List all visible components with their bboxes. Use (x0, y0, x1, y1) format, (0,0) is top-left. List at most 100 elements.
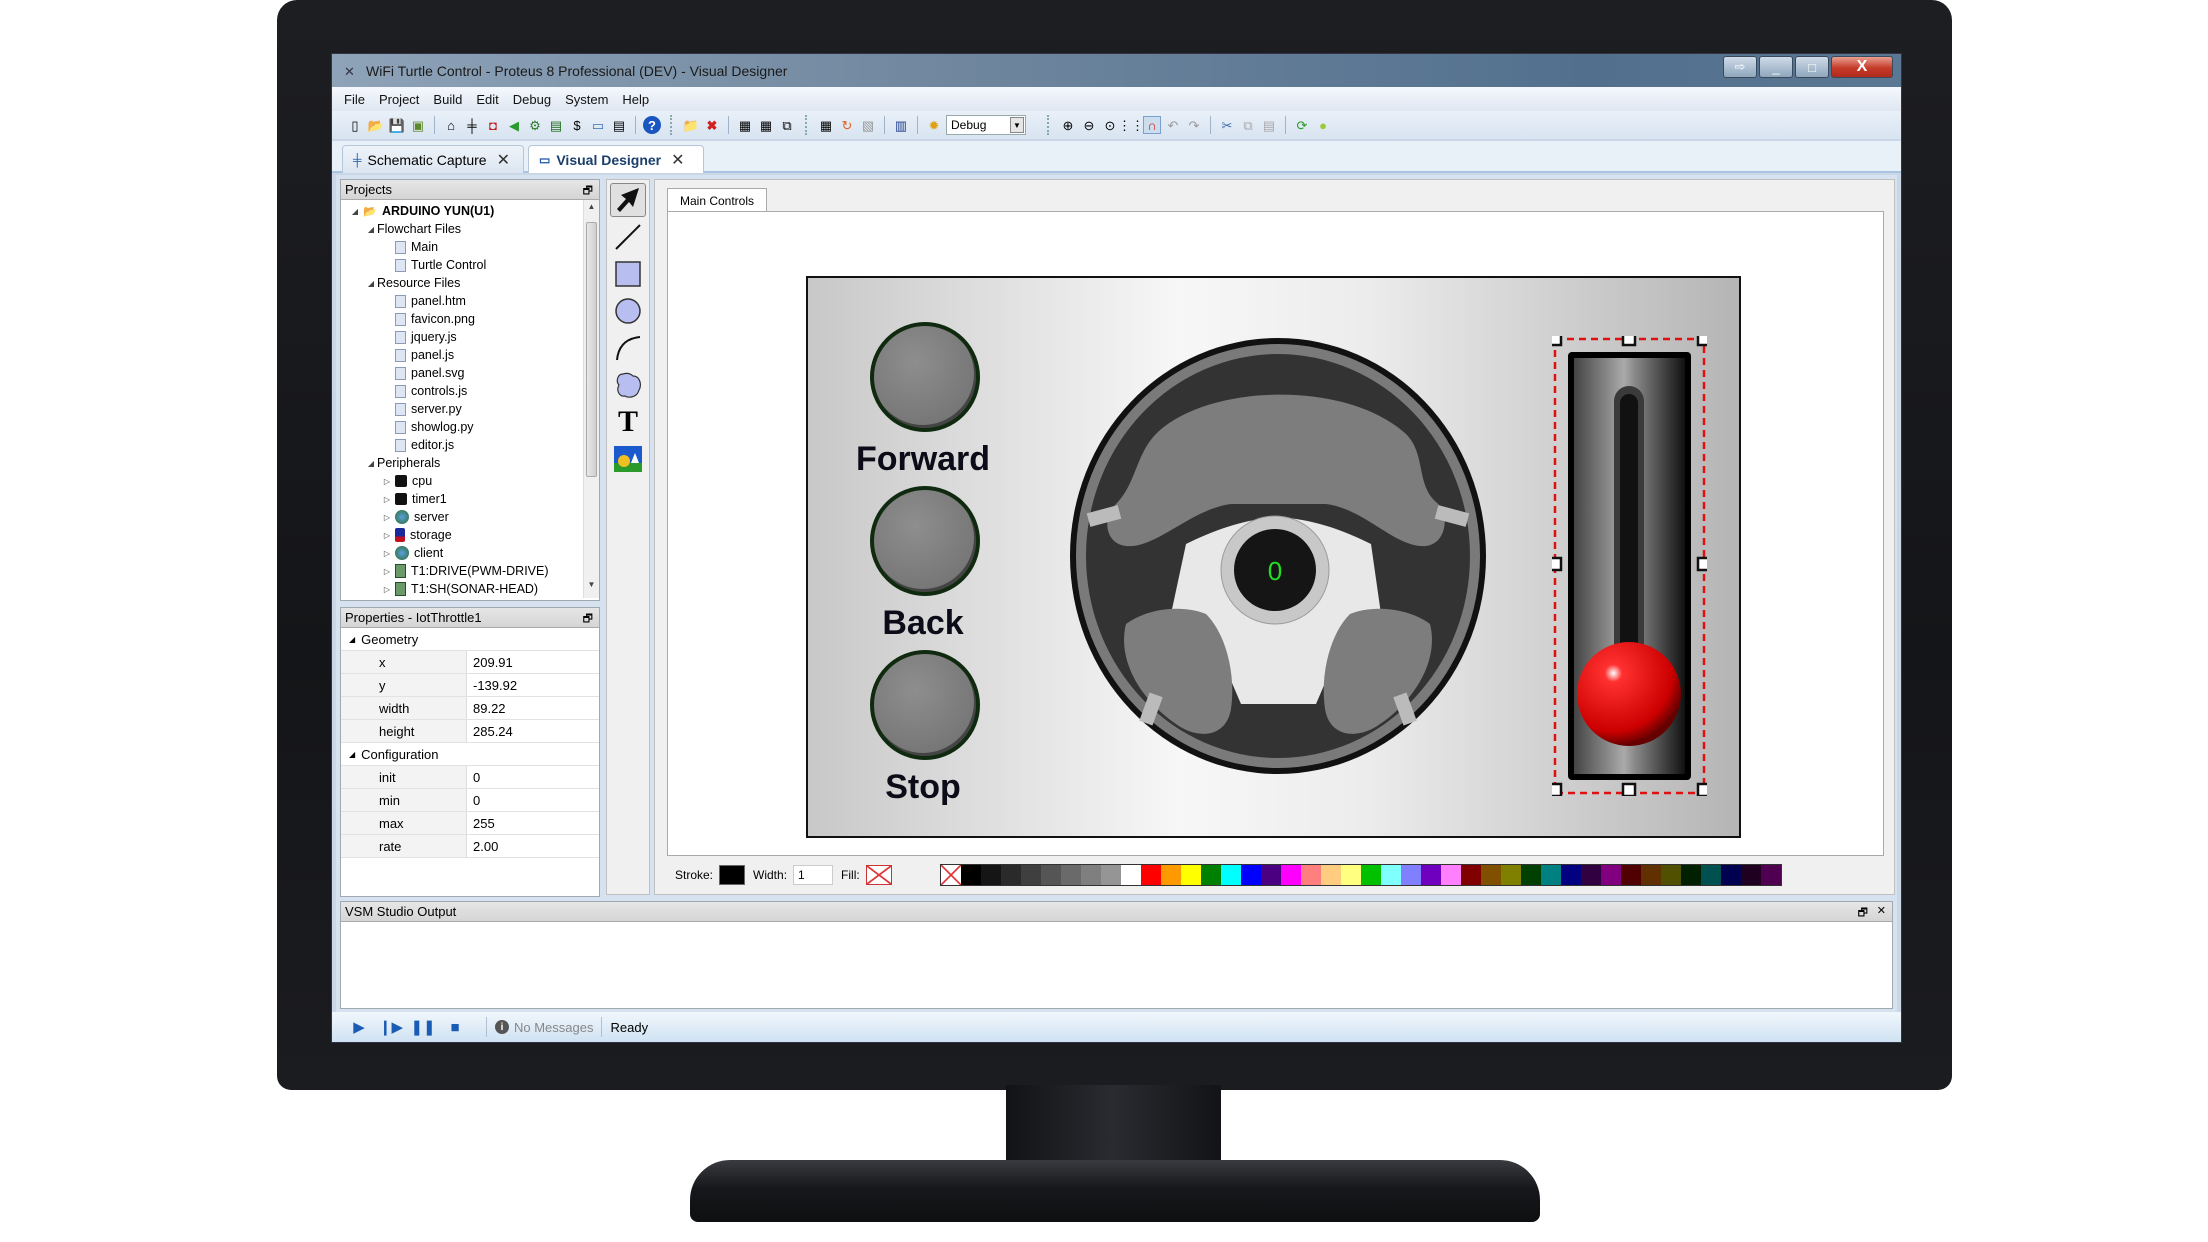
tree-item[interactable]: panel.js (341, 346, 599, 364)
tree-item[interactable]: jquery.js (341, 328, 599, 346)
palette-color-swatch[interactable] (1500, 865, 1521, 885)
property-value[interactable]: 209.91 (467, 655, 513, 670)
scrollbar-thumb[interactable] (586, 222, 597, 477)
page-tab-main-controls[interactable]: Main Controls (667, 188, 767, 212)
close-panel-icon[interactable]: ✕ (1877, 904, 1886, 917)
tree-item[interactable]: Turtle Control (341, 256, 599, 274)
property-row[interactable]: init 0 (341, 766, 599, 789)
zoom-in-icon[interactable]: ⊕ (1059, 116, 1077, 134)
palette-color-swatch[interactable] (1000, 865, 1021, 885)
save-project-icon[interactable]: 💾 (388, 116, 406, 134)
paste-icon[interactable]: ▤ (1260, 116, 1278, 134)
pcb-layout-icon[interactable]: ◘ (484, 116, 502, 134)
build-configuration-select[interactable]: Debug ▼ (946, 115, 1026, 135)
scroll-up-icon[interactable]: ▲ (584, 202, 599, 218)
tree-item[interactable]: ▷ server (341, 508, 599, 526)
palette-color-swatch[interactable] (1420, 865, 1441, 885)
palette-color-swatch[interactable] (1260, 865, 1281, 885)
palette-color-swatch[interactable] (1640, 865, 1661, 885)
palette-color-swatch[interactable] (960, 865, 981, 885)
palette-color-swatch[interactable] (1240, 865, 1261, 885)
throttle-knob[interactable] (1577, 642, 1681, 746)
tree-item[interactable]: editor.js (341, 436, 599, 454)
tree-item[interactable]: ▷ timer1 (341, 490, 599, 508)
maximize-button[interactable]: □ (1795, 56, 1829, 78)
palette-color-swatch[interactable] (1400, 865, 1421, 885)
palette-color-swatch[interactable] (1060, 865, 1081, 885)
stop-push-button[interactable] (870, 650, 980, 760)
select-tool[interactable] (610, 183, 646, 217)
zoom-fit-icon[interactable]: ⊙ (1101, 116, 1119, 134)
rectangle-tool[interactable] (610, 257, 646, 291)
eyedropper-icon[interactable]: ● (1314, 116, 1332, 134)
close-tab-icon[interactable]: ✕ (497, 150, 510, 170)
menu-help[interactable]: Help (622, 92, 649, 107)
build-project-icon[interactable]: ▦ (817, 116, 835, 134)
property-group[interactable]: ◢ Geometry (341, 628, 599, 651)
clean-project-icon[interactable]: ▧ (859, 116, 877, 134)
tab-visual-designer[interactable]: ▭ Visual Designer ✕ (528, 145, 704, 173)
menu-debug[interactable]: Debug (513, 92, 551, 107)
tree-scrollbar[interactable]: ▲ ▼ (583, 200, 599, 598)
minimize-button[interactable]: _ (1759, 56, 1793, 78)
palette-color-swatch[interactable] (1520, 865, 1541, 885)
palette-color-swatch[interactable] (1380, 865, 1401, 885)
steering-wheel-widget[interactable]: 0 (1066, 334, 1490, 778)
palette-color-swatch[interactable] (1020, 865, 1041, 885)
home-page-icon[interactable]: ⌂ (442, 116, 460, 134)
stroke-width-input[interactable]: 1 (793, 865, 834, 885)
palette-color-swatch[interactable] (1460, 865, 1481, 885)
close-tab-icon[interactable]: ✕ (671, 150, 684, 170)
tab-schematic-capture[interactable]: ╪ Schematic Capture ✕ (342, 145, 524, 173)
toolbar-grip[interactable] (805, 115, 808, 135)
collapse-arrow-icon[interactable]: ◢ (349, 207, 361, 216)
tree-item[interactable]: ◢ Peripherals (341, 454, 599, 472)
redo-icon[interactable]: ↷ (1185, 116, 1203, 134)
tree-item[interactable]: server.py (341, 400, 599, 418)
new-project-icon[interactable]: ▯ (346, 116, 364, 134)
play-icon[interactable]: ▶ (350, 1018, 368, 1036)
chevron-down-icon[interactable]: ▼ (1010, 117, 1024, 133)
toolbar-grip[interactable] (1047, 115, 1050, 135)
scroll-down-icon[interactable]: ▼ (584, 580, 599, 596)
close-button[interactable]: X (1831, 56, 1893, 78)
export-file-icon[interactable]: ▦ (757, 116, 775, 134)
tree-item[interactable]: ◢ Resource Files (341, 274, 599, 292)
menu-build[interactable]: Build (433, 92, 462, 107)
float-panel-icon[interactable]: 🗗 (1858, 904, 1868, 923)
expand-arrow-icon[interactable]: ▷ (381, 567, 393, 576)
arc-tool[interactable] (610, 331, 646, 365)
messages-indicator[interactable]: i No Messages (495, 1020, 593, 1035)
float-panel-icon[interactable]: 🗗 (583, 182, 593, 201)
palette-color-swatch[interactable] (1700, 865, 1721, 885)
design-canvas[interactable]: Forward Back Stop 0 (667, 211, 1884, 856)
collapse-arrow-icon[interactable]: ◢ (349, 750, 355, 759)
notes-icon[interactable]: ▤ (610, 116, 628, 134)
property-value[interactable]: -139.92 (467, 678, 517, 693)
palette-color-swatch[interactable] (980, 865, 1001, 885)
rebuild-project-icon[interactable]: ↻ (838, 116, 856, 134)
property-row[interactable]: x 209.91 (341, 651, 599, 674)
title-bar[interactable]: ✕ WiFi Turtle Control - Proteus 8 Profes… (332, 54, 1901, 87)
property-row[interactable]: y -139.92 (341, 674, 599, 697)
restore-tab-button[interactable]: ⇨ (1723, 56, 1757, 78)
import-file-icon[interactable]: ▦ (736, 116, 754, 134)
path-tool[interactable] (610, 368, 646, 402)
palette-color-swatch[interactable] (1040, 865, 1061, 885)
tree-item[interactable]: ▷ client (341, 544, 599, 562)
snap-magnet-icon[interactable]: ∩ (1143, 116, 1161, 134)
help-icon[interactable]: ? (643, 116, 661, 134)
copy-icon[interactable]: ⧉ (1239, 116, 1257, 134)
zoom-out-icon[interactable]: ⊖ (1080, 116, 1098, 134)
cut-icon[interactable]: ✂ (1218, 116, 1236, 134)
tree-item[interactable]: showlog.py (341, 418, 599, 436)
property-value[interactable]: 0 (467, 770, 480, 785)
pause-icon[interactable]: ❚❚ (410, 1018, 435, 1036)
expand-arrow-icon[interactable]: ▷ (381, 477, 393, 486)
palette-color-swatch[interactable] (1320, 865, 1341, 885)
menu-project[interactable]: Project (379, 92, 419, 107)
expand-arrow-icon[interactable]: ▷ (381, 513, 393, 522)
tree-item[interactable]: favicon.png (341, 310, 599, 328)
property-row[interactable]: rate 2.00 (341, 835, 599, 858)
refresh-icon[interactable]: ⟳ (1293, 116, 1311, 134)
